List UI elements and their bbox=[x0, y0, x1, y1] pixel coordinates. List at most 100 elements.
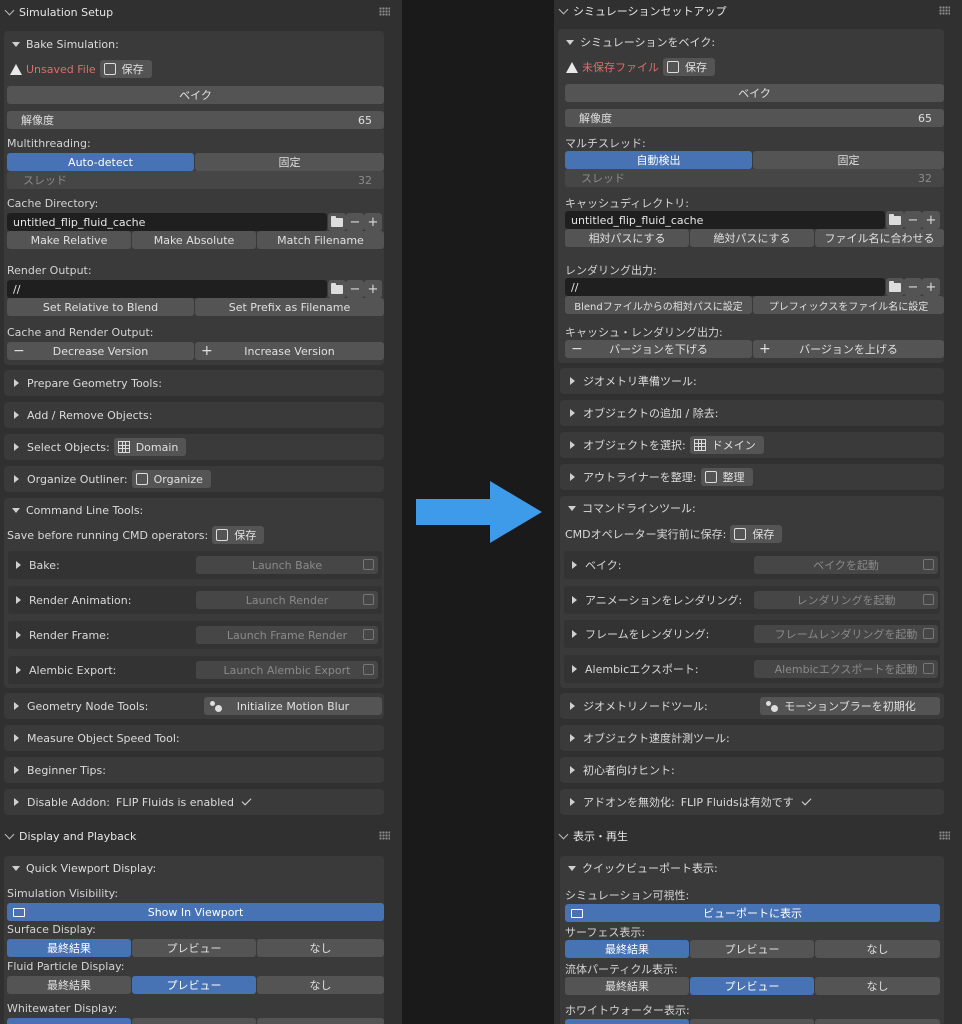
render-folder-button[interactable] bbox=[886, 278, 904, 296]
add-remove-panel[interactable]: Add / Remove Objects: bbox=[4, 402, 384, 428]
cache-directory-input[interactable]: untitled_flip_fluid_cache bbox=[565, 211, 885, 229]
cmd-alembic-export-row[interactable]: Alembic Export: Launch Alembic Export bbox=[8, 656, 382, 684]
auto-detect-button[interactable]: Auto-detect bbox=[7, 153, 194, 171]
cmd-save-button[interactable]: 保存 bbox=[730, 525, 783, 543]
whitewater-preview-button[interactable] bbox=[690, 1019, 814, 1024]
make-absolute-button[interactable]: Make Absolute bbox=[132, 231, 256, 249]
measure-speed-panel[interactable]: Measure Object Speed Tool: bbox=[4, 725, 384, 751]
increase-version-button[interactable]: + Increase Version bbox=[195, 342, 384, 360]
decrease-version-button[interactable]: − バージョンを下げる bbox=[565, 340, 752, 358]
particle-final-button[interactable]: 最終結果 bbox=[565, 977, 689, 995]
resolution-field[interactable]: 解像度 65 bbox=[565, 109, 944, 127]
cmd-alembic-export-row[interactable]: Alembicエクスポート: Alembicエクスポートを起動 bbox=[564, 655, 940, 683]
bake-simulation-header[interactable]: Bake Simulation: bbox=[4, 33, 384, 55]
decrease-version-button[interactable]: − Decrease Version bbox=[7, 342, 194, 360]
launch-bake-button[interactable]: ベイクを起動 bbox=[754, 556, 938, 574]
cmd-bake-row[interactable]: ベイク: ベイクを起動 bbox=[564, 551, 940, 579]
organize-outliner-panel[interactable]: アウトライナーを整理: 整理 bbox=[560, 464, 944, 490]
launch-alembic-button[interactable]: Launch Alembic Export bbox=[196, 661, 378, 679]
set-relative-blend-button[interactable]: Blendファイルからの相対パスに設定 bbox=[565, 296, 752, 314]
cmd-render-animation-row[interactable]: Render Animation: Launch Render bbox=[8, 586, 382, 614]
render-remove-button[interactable]: − bbox=[346, 280, 364, 298]
section-display-playback[interactable]: 表示・再生 bbox=[554, 825, 962, 847]
render-add-button[interactable]: + bbox=[364, 280, 382, 298]
geometry-node-tools-panel[interactable]: ジオメトリノードツール: モーションブラーを初期化 bbox=[560, 693, 944, 719]
folder-browse-button[interactable] bbox=[886, 211, 904, 229]
surface-none-button[interactable]: なし bbox=[257, 939, 384, 957]
show-in-viewport-button[interactable]: Show In Viewport bbox=[7, 903, 384, 921]
beginner-tips-panel[interactable]: Beginner Tips: bbox=[4, 757, 384, 783]
make-relative-button[interactable]: Make Relative bbox=[7, 231, 131, 249]
particle-preview-button[interactable]: プレビュー bbox=[132, 976, 256, 994]
resolution-field[interactable]: 解像度 65 bbox=[7, 111, 384, 129]
set-prefix-filename-button[interactable]: プレフィックスをファイル名に設定 bbox=[753, 296, 944, 314]
drag-grip-icon[interactable] bbox=[379, 831, 390, 840]
cmd-render-animation-row[interactable]: アニメーションをレンダリング: レンダリングを起動 bbox=[564, 586, 940, 614]
surface-none-button[interactable]: なし bbox=[815, 940, 940, 958]
add-path-button[interactable]: + bbox=[922, 211, 940, 229]
surface-final-button[interactable]: 最終結果 bbox=[565, 940, 689, 958]
command-line-tools-header[interactable]: Command Line Tools: bbox=[4, 499, 384, 521]
particle-final-button[interactable]: 最終結果 bbox=[7, 976, 131, 994]
organize-button[interactable]: Organize bbox=[131, 470, 211, 488]
render-output-input[interactable]: // bbox=[565, 278, 885, 296]
section-display-playback[interactable]: Display and Playback bbox=[0, 825, 402, 847]
disable-addon-panel[interactable]: Disable Addon: FLIP Fluids is enabled bbox=[4, 789, 384, 815]
render-folder-button[interactable] bbox=[328, 280, 346, 298]
section-simulation-setup[interactable]: Simulation Setup bbox=[0, 1, 402, 23]
save-button[interactable]: 保存 bbox=[663, 58, 715, 76]
make-absolute-button[interactable]: 絶対パスにする bbox=[690, 229, 814, 247]
increase-version-button[interactable]: + バージョンを上げる bbox=[753, 340, 944, 358]
domain-button[interactable]: ドメイン bbox=[689, 436, 764, 454]
disable-addon-panel[interactable]: アドオンを無効化: FLIP Fluidsは有効です bbox=[560, 789, 944, 815]
organize-outliner-panel[interactable]: Organize Outliner: Organize bbox=[4, 466, 384, 492]
launch-frame-render-button[interactable]: Launch Frame Render bbox=[196, 626, 378, 644]
fixed-button[interactable]: 固定 bbox=[195, 153, 384, 171]
render-add-button[interactable]: + bbox=[922, 278, 940, 296]
select-objects-panel[interactable]: オブジェクトを選択: ドメイン bbox=[560, 432, 944, 458]
whitewater-final-button[interactable] bbox=[7, 1018, 131, 1024]
render-output-input[interactable]: // bbox=[7, 280, 327, 298]
bake-simulation-header[interactable]: シミュレーションをベイク: bbox=[558, 31, 944, 53]
surface-preview-button[interactable]: プレビュー bbox=[132, 939, 256, 957]
folder-browse-button[interactable] bbox=[328, 213, 346, 231]
particle-preview-button[interactable]: プレビュー bbox=[690, 977, 814, 995]
quick-viewport-header[interactable]: クイックビューポート表示: bbox=[560, 857, 944, 879]
bake-button[interactable]: ベイク bbox=[565, 84, 944, 102]
geometry-node-tools-panel[interactable]: Geometry Node Tools: Initialize Motion B… bbox=[4, 693, 384, 719]
set-relative-blend-button[interactable]: Set Relative to Blend bbox=[7, 298, 194, 316]
cmd-render-frame-row[interactable]: Render Frame: Launch Frame Render bbox=[8, 621, 382, 649]
save-button[interactable]: 保存 bbox=[99, 60, 152, 78]
domain-button[interactable]: Domain bbox=[113, 438, 187, 456]
match-filename-button[interactable]: ファイル名に合わせる bbox=[815, 229, 944, 247]
surface-final-button[interactable]: 最終結果 bbox=[7, 939, 131, 957]
drag-grip-icon[interactable] bbox=[939, 831, 950, 840]
organize-button[interactable]: 整理 bbox=[700, 468, 753, 486]
cmd-render-frame-row[interactable]: フレームをレンダリング: フレームレンダリングを起動 bbox=[564, 620, 940, 648]
cmd-save-button[interactable]: 保存 bbox=[212, 526, 265, 544]
particle-none-button[interactable]: なし bbox=[815, 977, 940, 995]
command-line-tools-header[interactable]: コマンドラインツール: bbox=[560, 497, 944, 519]
make-relative-button[interactable]: 相対パスにする bbox=[565, 229, 689, 247]
section-simulation-setup[interactable]: シミュレーションセットアップ bbox=[554, 0, 962, 22]
remove-path-button[interactable]: − bbox=[346, 213, 364, 231]
show-in-viewport-button[interactable]: ビューポートに表示 bbox=[565, 904, 940, 922]
cache-directory-input[interactable]: untitled_flip_fluid_cache bbox=[7, 213, 327, 231]
auto-detect-button[interactable]: 自動検出 bbox=[565, 151, 752, 169]
prepare-geometry-panel[interactable]: Prepare Geometry Tools: bbox=[4, 370, 384, 396]
launch-frame-render-button[interactable]: フレームレンダリングを起動 bbox=[754, 625, 938, 643]
whitewater-none-button[interactable] bbox=[257, 1018, 384, 1024]
launch-alembic-button[interactable]: Alembicエクスポートを起動 bbox=[754, 660, 938, 678]
prepare-geometry-panel[interactable]: ジオメトリ準備ツール: bbox=[560, 368, 944, 394]
remove-path-button[interactable]: − bbox=[904, 211, 922, 229]
launch-render-button[interactable]: レンダリングを起動 bbox=[754, 591, 938, 609]
bake-button[interactable]: ベイク bbox=[7, 86, 384, 104]
match-filename-button[interactable]: Match Filename bbox=[257, 231, 384, 249]
cmd-bake-row[interactable]: Bake: Launch Bake bbox=[8, 551, 382, 579]
set-prefix-filename-button[interactable]: Set Prefix as Filename bbox=[195, 298, 384, 316]
launch-render-button[interactable]: Launch Render bbox=[196, 591, 378, 609]
surface-preview-button[interactable]: プレビュー bbox=[690, 940, 814, 958]
drag-grip-icon[interactable] bbox=[939, 6, 950, 15]
particle-none-button[interactable]: なし bbox=[257, 976, 384, 994]
beginner-tips-panel[interactable]: 初心者向けヒント: bbox=[560, 757, 944, 783]
